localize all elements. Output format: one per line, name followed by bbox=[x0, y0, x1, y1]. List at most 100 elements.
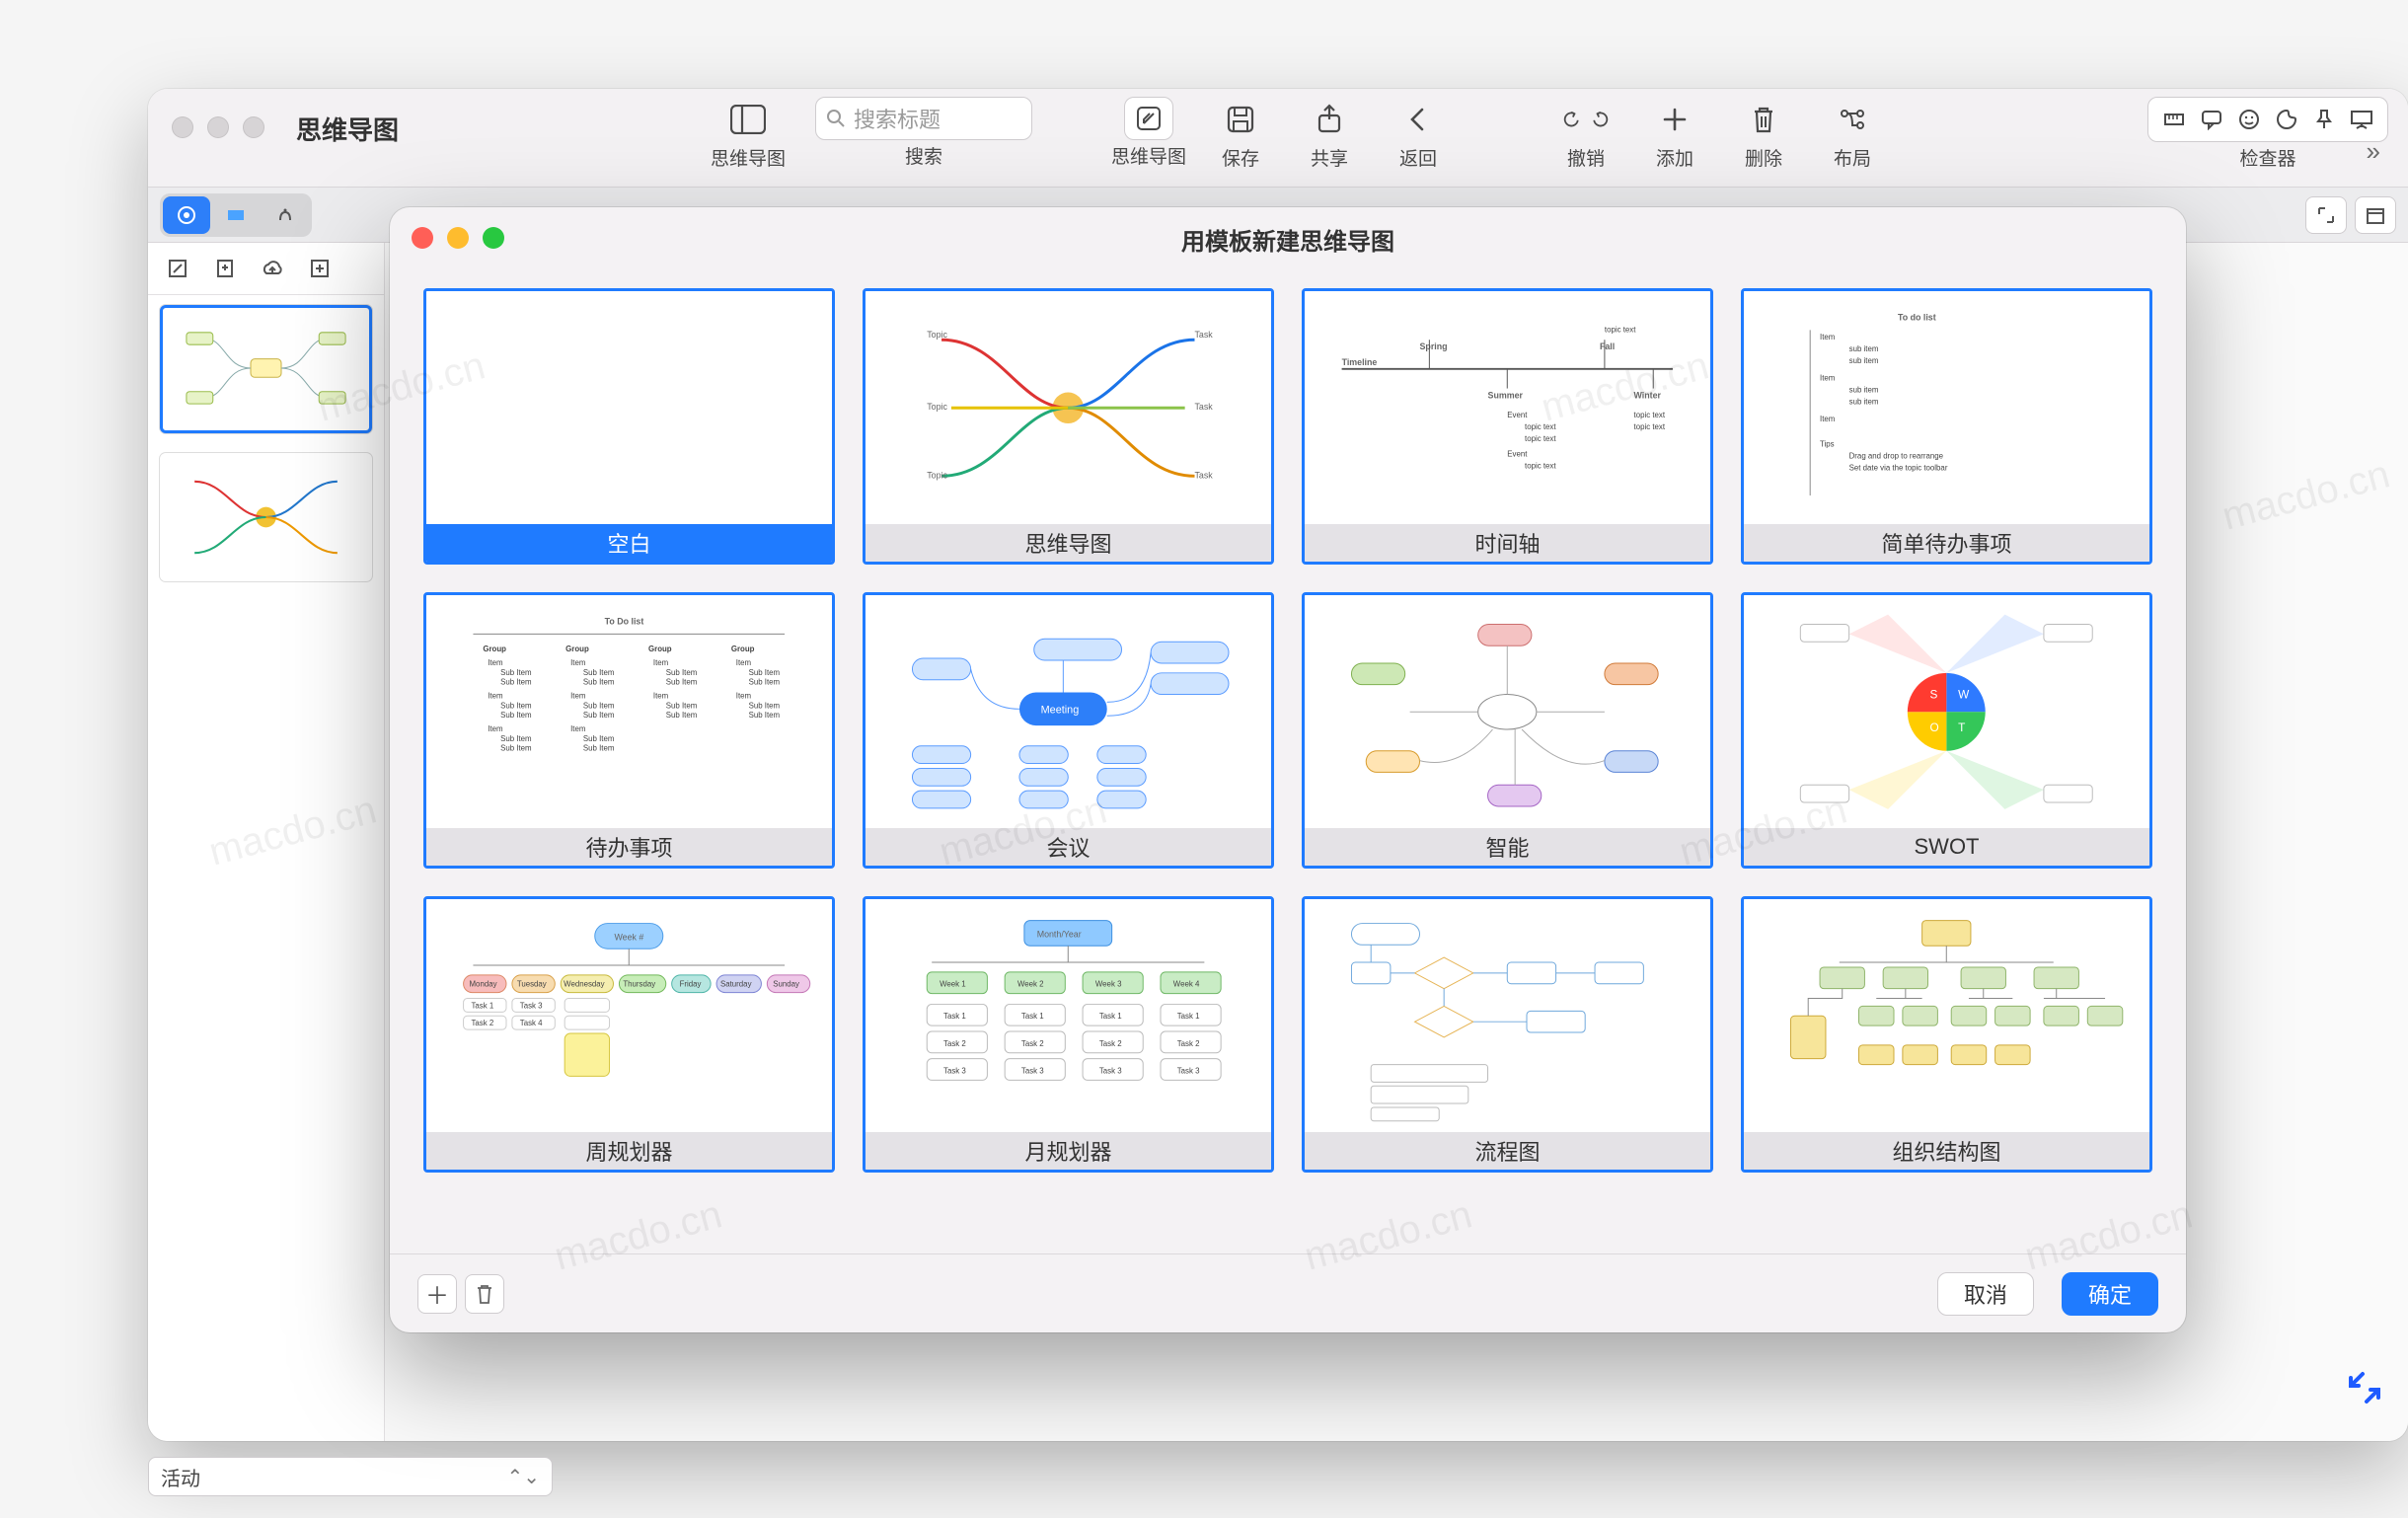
sidebar-thumb-1[interactable] bbox=[160, 305, 372, 433]
template-todo[interactable]: To Do list Group Group Group Group ItemS… bbox=[423, 592, 835, 869]
calendar-icon[interactable] bbox=[2355, 196, 2396, 234]
toolbar-undo-redo[interactable]: 撤销 bbox=[1551, 97, 1620, 171]
resize-handle-icon[interactable] bbox=[2345, 1368, 2384, 1417]
view-mode-1-icon[interactable] bbox=[163, 196, 210, 234]
toolbar-save[interactable]: 保存 bbox=[1206, 97, 1275, 171]
toolbar-label: 布局 bbox=[1834, 144, 1871, 171]
cancel-button[interactable]: 取消 bbox=[1937, 1272, 2034, 1316]
template-swot[interactable]: S W T O SWOT bbox=[1741, 592, 2152, 869]
edit-icon[interactable] bbox=[162, 253, 193, 284]
svg-text:sub item: sub item bbox=[1849, 385, 1879, 394]
template-preview bbox=[1305, 899, 1710, 1132]
svg-text:Week 2: Week 2 bbox=[1017, 979, 1044, 988]
svg-text:topic text: topic text bbox=[1605, 325, 1636, 334]
cloud-up-icon[interactable] bbox=[257, 253, 288, 284]
search-placeholder: 搜索标题 bbox=[854, 103, 941, 134]
svg-text:Thursday: Thursday bbox=[624, 979, 656, 988]
svg-text:Task 1: Task 1 bbox=[1177, 1012, 1200, 1021]
toolbar-add[interactable]: 添加 bbox=[1640, 97, 1709, 171]
svg-text:topic text: topic text bbox=[1634, 411, 1666, 419]
expand-icon[interactable] bbox=[2305, 196, 2347, 234]
svg-text:Sunday: Sunday bbox=[773, 979, 799, 988]
sidebar-thumb-2[interactable] bbox=[160, 453, 372, 581]
delete-template-button[interactable] bbox=[465, 1274, 504, 1314]
svg-text:Item: Item bbox=[488, 658, 503, 667]
toolbar-search[interactable]: 搜索标题 搜索 bbox=[805, 97, 1042, 169]
template-weekly-planner[interactable]: Week # Monday Tuesday Wednesday Thursday… bbox=[423, 896, 835, 1173]
template-simple-todo[interactable]: To do list Item sub item sub item Item s… bbox=[1741, 288, 2152, 565]
toolbar-sidebar-toggle[interactable]: 思维导图 bbox=[711, 97, 786, 171]
toolbar-label: 保存 bbox=[1222, 144, 1259, 171]
palette-icon[interactable] bbox=[2271, 104, 2302, 135]
view-mode-segment[interactable] bbox=[160, 193, 312, 237]
dialog-titlebar: 用模板新建思维导图 bbox=[390, 207, 2186, 270]
inspector-icon-row[interactable] bbox=[2147, 97, 2388, 142]
svg-text:Item: Item bbox=[736, 691, 752, 700]
toolbar-delete[interactable]: 删除 bbox=[1729, 97, 1798, 171]
template-org-chart[interactable]: 组织结构图 bbox=[1741, 896, 2152, 1173]
template-preview: To do list Item sub item sub item Item s… bbox=[1744, 291, 2149, 524]
template-meeting[interactable]: Meeting 会议 bbox=[863, 592, 1274, 869]
new-doc-icon[interactable] bbox=[209, 253, 241, 284]
zoom-icon[interactable] bbox=[243, 116, 264, 138]
svg-text:Task: Task bbox=[1195, 470, 1214, 480]
presentation-icon[interactable] bbox=[2346, 104, 2377, 135]
svg-text:Month/Year: Month/Year bbox=[1037, 929, 1082, 939]
svg-text:Week 1: Week 1 bbox=[940, 979, 966, 988]
svg-text:Friday: Friday bbox=[680, 979, 702, 988]
toolbar-back[interactable]: 返回 bbox=[1384, 97, 1453, 171]
template-flowchart[interactable]: 流程图 bbox=[1302, 896, 1713, 1173]
template-caption: 待办事项 bbox=[426, 828, 832, 866]
view-mode-2-icon[interactable] bbox=[212, 196, 260, 234]
template-timeline[interactable]: Timeline Spring Fall topic text Summer W… bbox=[1302, 288, 1713, 565]
template-mindmap[interactable]: Topic Topic Topic Task Task Task 思维导图 bbox=[863, 288, 1274, 565]
svg-text:topic text: topic text bbox=[1525, 434, 1556, 443]
close-icon[interactable] bbox=[412, 227, 433, 249]
window-controls[interactable] bbox=[172, 116, 264, 138]
chat-icon[interactable] bbox=[2196, 104, 2227, 135]
svg-text:Wednesday: Wednesday bbox=[564, 979, 605, 988]
template-caption: 思维导图 bbox=[865, 524, 1271, 562]
svg-text:Task 3: Task 3 bbox=[1177, 1066, 1200, 1075]
svg-text:topic text: topic text bbox=[1525, 422, 1556, 431]
ok-button[interactable]: 确定 bbox=[2062, 1272, 2158, 1316]
minimize-icon[interactable] bbox=[447, 227, 469, 249]
svg-text:Timeline: Timeline bbox=[1342, 357, 1378, 367]
svg-text:Sub Item: Sub Item bbox=[666, 711, 698, 720]
svg-text:Task 2: Task 2 bbox=[1177, 1039, 1200, 1048]
search-input[interactable]: 搜索标题 bbox=[815, 97, 1032, 140]
svg-text:Winter: Winter bbox=[1634, 390, 1662, 400]
toolbar-layout[interactable]: 布局 bbox=[1818, 97, 1887, 171]
toolbar-overflow[interactable]: » bbox=[2367, 136, 2380, 167]
svg-text:Sub Item: Sub Item bbox=[500, 743, 532, 752]
svg-text:Tips: Tips bbox=[1820, 439, 1835, 448]
zoom-icon[interactable] bbox=[483, 227, 504, 249]
toolbar-mindmap[interactable]: 思维导图 bbox=[1111, 97, 1186, 169]
svg-text:Summer: Summer bbox=[1488, 390, 1524, 400]
dialog-window-controls[interactable] bbox=[412, 227, 504, 249]
close-icon[interactable] bbox=[172, 116, 193, 138]
svg-text:Week #: Week # bbox=[615, 932, 644, 942]
svg-text:Task 2: Task 2 bbox=[472, 1019, 494, 1027]
smiley-icon[interactable] bbox=[2233, 104, 2265, 135]
add-template-button[interactable]: ＋ bbox=[417, 1274, 457, 1314]
svg-text:W: W bbox=[1958, 687, 1970, 701]
svg-text:Task 1: Task 1 bbox=[1021, 1012, 1044, 1021]
svg-text:Task 1: Task 1 bbox=[943, 1012, 966, 1021]
svg-text:To Do list: To Do list bbox=[605, 616, 644, 626]
svg-text:Sub Item: Sub Item bbox=[500, 734, 532, 743]
template-caption: 流程图 bbox=[1305, 1132, 1710, 1170]
sidebar-action-row bbox=[148, 243, 384, 295]
template-blank[interactable]: 空白 bbox=[423, 288, 835, 565]
undo-redo-icon bbox=[1563, 97, 1609, 142]
activity-select[interactable]: 活动 ⌃⌄ bbox=[148, 1457, 553, 1496]
svg-text:Item: Item bbox=[570, 691, 586, 700]
toolbar-share[interactable]: 共享 bbox=[1295, 97, 1364, 171]
minimize-icon[interactable] bbox=[207, 116, 229, 138]
template-smart[interactable]: 智能 bbox=[1302, 592, 1713, 869]
add-square-icon[interactable] bbox=[304, 253, 336, 284]
view-mode-3-icon[interactable] bbox=[262, 196, 309, 234]
ruler-icon[interactable] bbox=[2158, 104, 2190, 135]
pin-icon[interactable] bbox=[2308, 104, 2340, 135]
template-monthly-planner[interactable]: Month/Year Week 1 Week 2 Week 3 Week 4 T… bbox=[863, 896, 1274, 1173]
